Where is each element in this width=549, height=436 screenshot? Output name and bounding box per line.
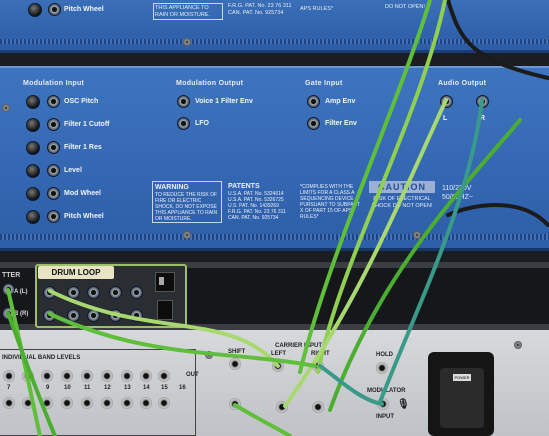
cable xyxy=(6,311,57,436)
cable xyxy=(233,403,292,436)
cable xyxy=(283,98,448,408)
cable xyxy=(48,312,317,368)
cable xyxy=(6,288,42,436)
cable xyxy=(328,118,522,412)
cable xyxy=(318,364,384,406)
cable xyxy=(298,0,432,374)
cable xyxy=(378,98,484,404)
patch-cables xyxy=(6,0,549,436)
cable xyxy=(446,203,549,227)
cable xyxy=(446,0,549,80)
cable xyxy=(316,0,447,374)
